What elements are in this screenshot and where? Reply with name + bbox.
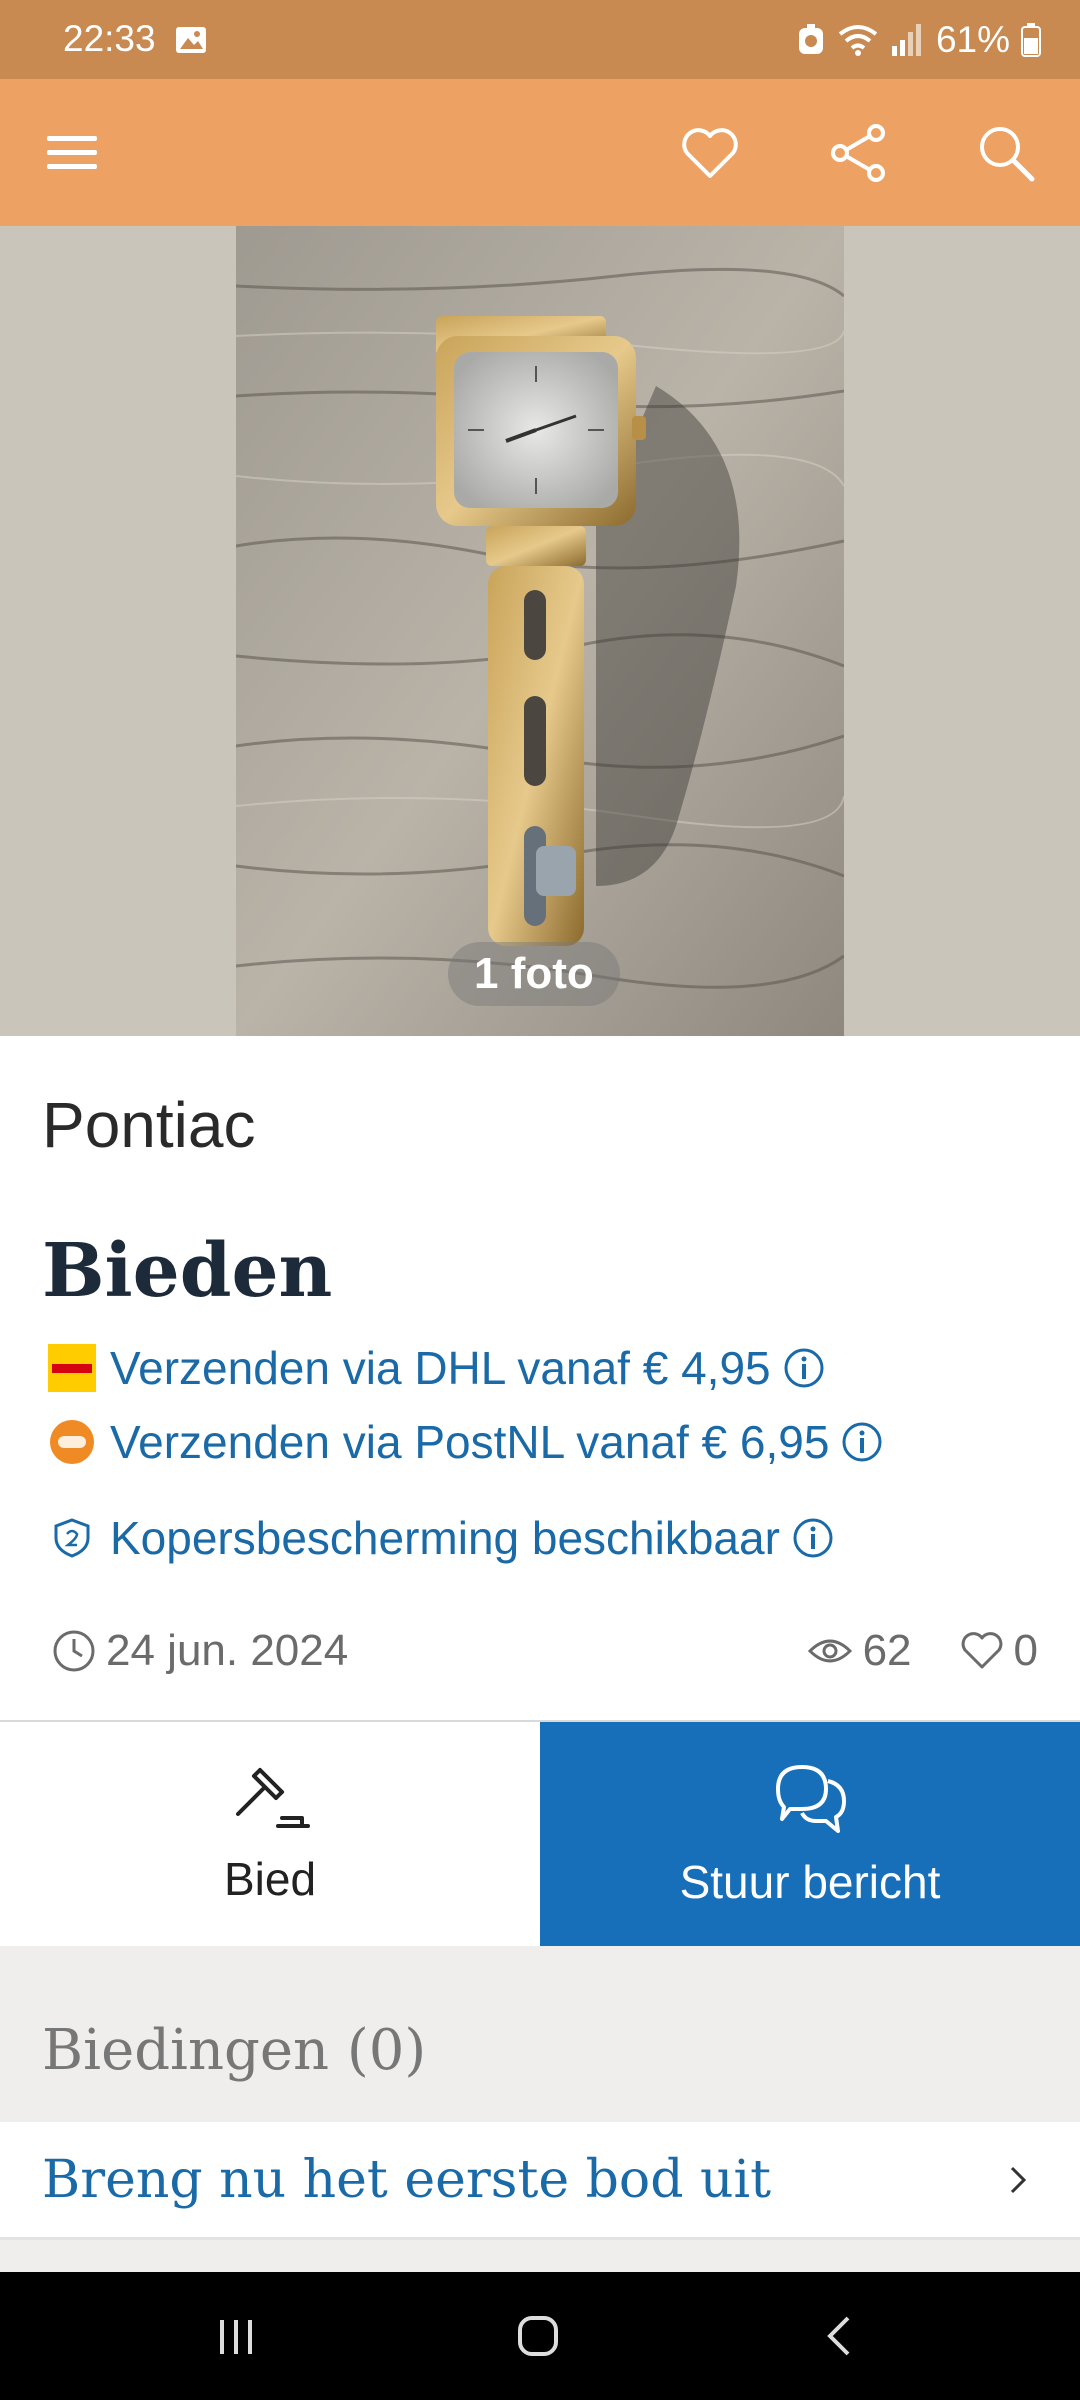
share-icon [831, 124, 885, 182]
listing-photo[interactable] [236, 226, 844, 1036]
info-icon[interactable] [783, 1347, 825, 1389]
recent-apps-button[interactable] [206, 2306, 266, 2366]
home-button[interactable] [508, 2306, 568, 2366]
menu-button[interactable] [38, 119, 106, 187]
status-icons: 61% [796, 16, 1042, 64]
system-nav-bar [0, 2272, 1080, 2400]
clock-icon [53, 1630, 95, 1672]
battery-icon [1021, 23, 1041, 57]
favorite-button[interactable] [676, 119, 744, 187]
back-icon [827, 2316, 850, 2356]
gavel-icon [236, 1768, 310, 1828]
heart-outline-icon [961, 1632, 1002, 1669]
search-icon [980, 127, 1035, 182]
heart-icon [682, 128, 738, 178]
search-button[interactable] [972, 119, 1040, 187]
shipping-dhl-row[interactable]: Verzenden via DHL vanaf € 4,95 [48, 1338, 825, 1398]
views-count: 62 [862, 1626, 912, 1675]
shipping-postnl-row[interactable]: Verzenden via PostNL vanaf € 6,95 [48, 1412, 883, 1472]
wifi-icon [838, 25, 878, 56]
data-saver-icon [798, 24, 823, 54]
listing-title: Pontiac [42, 1089, 256, 1161]
shipping-dhl-text[interactable]: Verzenden via DHL vanaf € 4,95 [110, 1341, 771, 1395]
battery-percent: 61% [935, 19, 1010, 60]
postnl-logo [50, 1420, 94, 1464]
image-icon [176, 27, 206, 53]
home-icon [518, 2316, 558, 2356]
app-bar [0, 79, 1080, 226]
action-bar: Bied Stuur bericht [0, 1720, 1080, 1946]
views-stat: 62 [807, 1626, 912, 1676]
bid-button-label[interactable]: Bied [224, 1852, 316, 1906]
buyer-protection-text[interactable]: Kopersbescherming beschikbaar [110, 1511, 780, 1565]
status-bar: 22:33 61% [0, 0, 1080, 79]
back-button[interactable] [810, 2306, 870, 2366]
info-icon[interactable] [841, 1421, 883, 1463]
chat-icon [776, 1765, 846, 1833]
listing-date: 24 jun. 2024 [52, 1626, 348, 1676]
send-message-button[interactable]: Stuur bericht [540, 1722, 1080, 1946]
send-message-label[interactable]: Stuur bericht [680, 1855, 941, 1909]
menu-icon [47, 136, 97, 169]
signal-icon [891, 24, 921, 56]
place-first-bid-text[interactable]: Breng nu het eerste bod uit [42, 2150, 771, 2210]
dhl-logo [48, 1344, 96, 1392]
shield-icon [54, 1518, 90, 1558]
shipping-postnl-text[interactable]: Verzenden via PostNL vanaf € 6,95 [110, 1415, 829, 1469]
favorites-count: 0 [1013, 1626, 1038, 1675]
eye-icon [807, 1639, 852, 1663]
listing-stats: 62 0 [807, 1626, 1038, 1676]
share-button[interactable] [824, 119, 892, 187]
chevron-right-icon [1010, 2166, 1027, 2194]
bids-section: Biedingen (0) [0, 1946, 1080, 2122]
status-time: 22:33 [63, 18, 156, 59]
info-icon[interactable] [792, 1517, 834, 1559]
recent-apps-icon [220, 2320, 252, 2354]
photo-gallery[interactable]: 1 foto [0, 226, 1080, 1036]
photo-count[interactable]: 1 foto [448, 942, 620, 1006]
buyer-protection-row[interactable]: Kopersbescherming beschikbaar [48, 1508, 834, 1568]
date-text: 24 jun. 2024 [106, 1626, 349, 1675]
place-first-bid-row[interactable]: Breng nu het eerste bod uit [0, 2122, 1080, 2240]
favorites-stat: 0 [960, 1626, 1038, 1676]
bids-heading: Biedingen (0) [42, 2018, 427, 2083]
section-divider [0, 2240, 1080, 2272]
bid-button[interactable]: Bied [0, 1722, 540, 1946]
price-label: Bieden [42, 1228, 333, 1314]
